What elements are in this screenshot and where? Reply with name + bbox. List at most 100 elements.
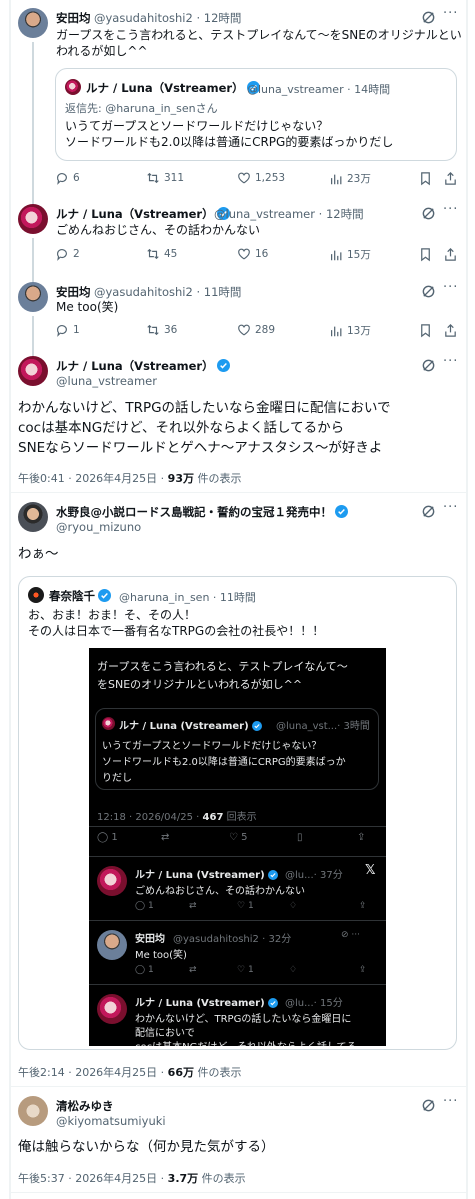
shot-bookmark-icon: ▯ [297,832,303,843]
grok-icon[interactable] [421,284,436,299]
grok-icon[interactable] [421,10,436,25]
bookmark-icon[interactable] [418,171,433,186]
repost-icon [147,324,159,336]
share-icon[interactable] [443,247,458,262]
author-handle[interactable]: @ryou_mizuno [56,520,141,534]
shot-share-icon: ⇪ [359,901,367,911]
shot-handle: @lu...· 37分 [285,870,343,881]
divider [10,1086,466,1087]
divider [10,1192,466,1193]
avatar[interactable] [18,204,48,234]
tweet-text: わぁ～ [18,546,59,562]
author-name: ルナ / Luna（Vstreamer） [86,80,260,96]
grok-icon: ⊘ ··· [341,930,360,940]
author-name[interactable]: 水野良@小説ロードス島戦記・誓約の宝冠１発売中！ [56,504,348,520]
author-handle: @haruna_in_sen · 11時間 [119,591,256,604]
tweet-text: SNEならソードワールドとゲヘナ～アナスタシス～が好きよ [18,440,383,456]
quoted-tweet[interactable]: ルナ / Luna（Vstreamer） @luna_vstreamer · 1… [55,68,457,161]
bookmark-icon[interactable] [418,323,433,338]
shot-share-icon: ⇪ [359,965,367,975]
thread-line [32,316,34,358]
shot-reply: ◯ 1 [135,965,154,975]
avatar[interactable] [18,356,48,386]
repost-icon [147,248,159,260]
author-name[interactable]: ルナ / Luna（Vstreamer） [56,358,230,374]
grok-icon[interactable] [421,358,436,373]
thread-line [32,42,34,192]
more-icon[interactable]: ··· [443,280,458,295]
reply-icon [57,249,67,261]
tweet-text: Me too(笑) [56,300,119,314]
like-count: 1,253 [255,172,286,184]
avatar[interactable] [18,1096,48,1126]
author-handle[interactable]: @luna_vstreamer [56,374,157,388]
verified-icon [335,505,348,518]
author-handle[interactable]: @yasudahitoshi2 · 11時間 [94,284,241,300]
more-icon[interactable]: ··· [443,1094,458,1109]
shot-text: ソードワールドも2.0以降は普通にCRPG的要素ばっか [102,757,346,768]
author-name[interactable]: 安田均 [56,284,91,300]
reply-button[interactable]: 2 [55,247,80,261]
verified-icon [267,998,278,1008]
like-button[interactable]: 1,253 [237,171,285,185]
grok-icon[interactable] [421,504,436,519]
more-icon[interactable]: ··· [443,500,458,515]
author-handle[interactable]: @luna_vstreamer · 12時間 [214,206,364,222]
shot-text: cocは基本NGだけど、それ以外ならよく話してる [135,1038,357,1046]
analytics-icon [331,326,342,336]
author-handle[interactable]: @yasudahitoshi2 · 12時間 [94,10,241,26]
shot-quoted-tweet: ルナ / Luna (Vstreamer) @luna_vst...· 3時間 … [95,708,379,790]
like-button[interactable]: 289 [237,323,275,337]
divider [10,492,466,493]
shot-repost-icon: ⇄ [189,901,197,911]
more-icon[interactable]: ··· [443,202,458,217]
shot-like: ♡ 5 [229,832,248,843]
grok-icon[interactable] [421,1098,436,1113]
bookmark-icon[interactable] [418,247,433,262]
heart-icon [238,248,250,260]
author-name[interactable]: 清松みゆき [56,1098,114,1114]
author-name[interactable]: ルナ / Luna（Vstreamer） [56,206,230,222]
grok-icon[interactable] [421,206,436,221]
avatar[interactable] [18,502,48,532]
repost-button[interactable]: 45 [146,247,177,261]
verified-icon [216,359,230,372]
avatar[interactable] [18,282,48,312]
repost-count: 311 [164,172,185,184]
repost-button[interactable]: 311 [146,171,184,185]
reply-count: 2 [73,248,80,260]
reply-context: 返信先: @haruna_in_senさん [65,102,218,115]
views-button[interactable]: 15万 [329,247,371,262]
avatar[interactable] [18,8,48,38]
views-button[interactable]: 23万 [329,171,371,186]
repost-button[interactable]: 36 [146,323,177,337]
verified-icon [267,870,278,880]
shot-author-name: ルナ / Luna (Vstreamer) [135,866,278,881]
author-name[interactable]: 安田均 [56,10,91,26]
avatar [97,994,127,1024]
reply-button[interactable]: 6 [55,171,80,185]
right-border [466,0,468,1199]
avatar [102,717,115,730]
views-button[interactable]: 13万 [329,323,371,338]
share-icon[interactable] [443,323,458,338]
like-button[interactable]: 16 [237,247,268,261]
reply-button[interactable]: 1 [55,323,80,337]
share-icon[interactable] [443,171,458,186]
shot-meta: 12:18 · 2026/04/25 · 467 回表示 [97,812,257,823]
shot-repost-icon: ⇄ [161,832,170,843]
shot-like: ♡ 1 [237,965,254,975]
shot-divider [89,920,386,921]
heart-icon [238,172,250,184]
verified-icon [98,589,111,602]
more-icon[interactable]: ··· [443,354,458,369]
avatar [65,79,81,95]
x-logo-icon: 𝕏 [365,863,376,878]
tweet-text: われるが如し^^ [56,44,148,58]
repost-count: 45 [164,248,178,260]
views-count: 13万 [347,325,371,337]
shot-divider [89,826,386,827]
embedded-screenshot-image[interactable]: ガープスをこう言われると、テストプレイなんて～ をSNEのオリジナルといわれるが… [89,648,386,1046]
author-handle[interactable]: @kiyomatsumiyuki [56,1114,166,1128]
more-icon[interactable]: ··· [443,6,458,21]
